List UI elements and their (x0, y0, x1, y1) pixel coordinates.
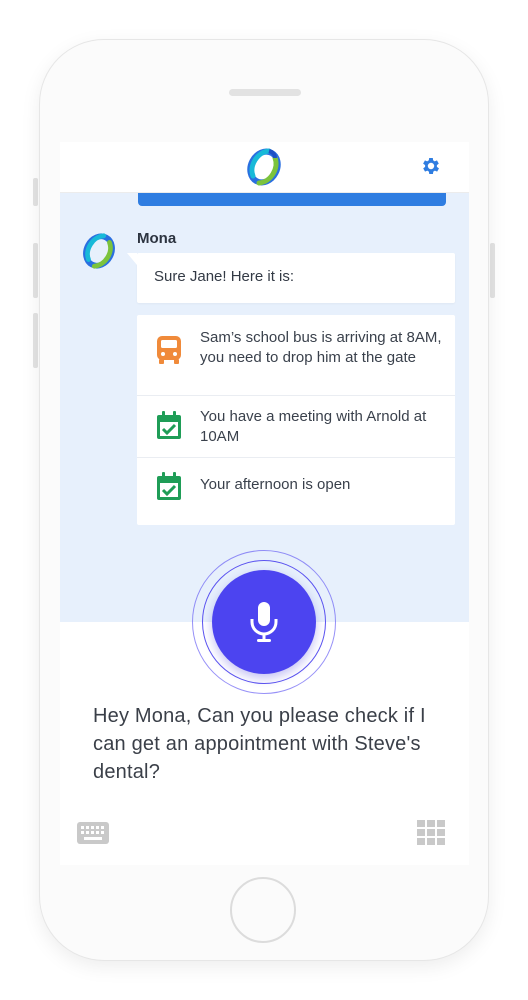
side-button-left-middle (33, 243, 38, 298)
home-button[interactable] (230, 877, 296, 943)
schedule-card: Sam’s school bus is arriving at 8AM, you… (137, 315, 455, 525)
calendar-check-icon (157, 411, 181, 439)
bus-icon (157, 336, 181, 364)
side-button-left-top (33, 178, 38, 206)
voice-transcript: Hey Mona, Can you please check if I can … (93, 705, 426, 783)
side-button-right (490, 243, 495, 298)
schedule-item-text: Your afternoon is open (200, 476, 351, 493)
schedule-item[interactable]: Your afternoon is open (137, 458, 455, 525)
reply-bubble: Sure Jane! Here it is: (127, 253, 455, 303)
mic-button[interactable] (212, 570, 316, 674)
keyboard-icon[interactable] (77, 822, 109, 844)
grid-icon[interactable] (417, 820, 445, 846)
reply-text: Sure Jane! Here it is: (154, 268, 295, 285)
side-button-left-bottom (33, 313, 38, 368)
schedule-item[interactable]: Sam’s school bus is arriving at 8AM, you… (137, 315, 455, 395)
app-logo-ring-icon (83, 233, 115, 269)
app-screen: Mona Sure Jane! Here it is: Sam’s school… (60, 142, 469, 865)
microphone-icon (250, 602, 278, 642)
voice-control (192, 550, 338, 696)
previous-message-bubble (138, 192, 446, 206)
app-header (60, 142, 469, 193)
schedule-item-text: Sam’s school bus is arriving at 8AM, you… (200, 329, 442, 366)
schedule-item[interactable]: You have a meeting with Arnold at 10AM (137, 396, 455, 457)
phone-speaker (229, 89, 301, 96)
calendar-check-icon (157, 472, 181, 500)
app-logo-ring-icon (247, 148, 281, 186)
schedule-item-text: You have a meeting with Arnold at 10AM (200, 408, 427, 445)
sender-name: Mona (137, 230, 177, 247)
gear-icon[interactable] (420, 155, 442, 177)
